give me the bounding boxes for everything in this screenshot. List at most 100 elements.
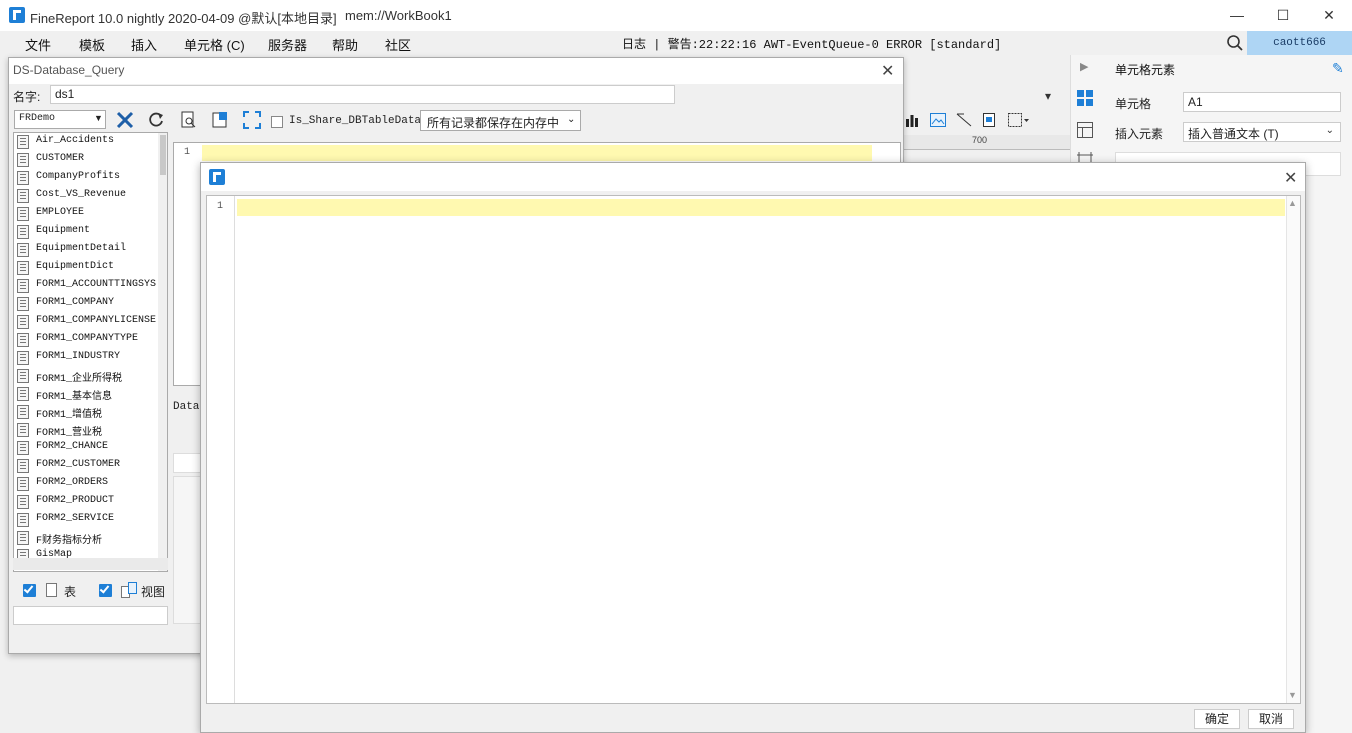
scroll-down-icon[interactable]: ▼ [1288, 690, 1297, 700]
table-list-item[interactable]: FORM2_CUSTOMER [14, 457, 158, 475]
table-list-item[interactable]: FORM1_INDUSTRY [14, 349, 158, 367]
sql-editor-area[interactable]: 1 ▲ ▼ [206, 195, 1301, 704]
table-list-scrollbar[interactable] [158, 133, 167, 571]
app-logo-icon [209, 169, 225, 185]
table-name: EquipmentDict [36, 261, 115, 272]
cell-name-input[interactable]: A1 [1183, 92, 1341, 112]
table-list-item[interactable]: EquipmentDict [14, 259, 158, 277]
table-icon [17, 171, 29, 185]
database-select[interactable]: FRDemo [14, 110, 106, 129]
menu-insert[interactable]: 插入 [131, 35, 157, 54]
edit-icon[interactable]: ✎ [1332, 60, 1344, 77]
table-name: EMPLOYEE [36, 207, 85, 218]
table-list-item[interactable]: FORM2_ORDERS [14, 475, 158, 493]
table-list-item[interactable]: Equipment [14, 223, 158, 241]
table-icon [17, 477, 29, 491]
right-panel-title: 单元格元素 [1115, 63, 1176, 77]
table-list-hscrollbar[interactable] [13, 558, 168, 570]
border-icon[interactable] [1008, 113, 1030, 127]
table-list-item[interactable]: FORM1_增值税 [14, 403, 158, 421]
share-data-checkbox[interactable] [271, 116, 283, 128]
table-list-item[interactable]: F财务指标分析 [14, 529, 158, 547]
menu-file[interactable]: 文件 [25, 35, 51, 54]
menu-template[interactable]: 模板 [79, 35, 105, 54]
app-logo-icon [9, 7, 25, 23]
menu-help[interactable]: 帮助 [332, 35, 358, 54]
connection-settings-icon[interactable] [115, 110, 135, 130]
refresh-icon[interactable] [146, 110, 166, 130]
fullscreen-icon[interactable] [242, 110, 262, 130]
cell-element-icon[interactable] [1077, 90, 1093, 106]
table-icon [46, 583, 57, 597]
editor-scrollbar[interactable] [1286, 196, 1300, 703]
cancel-button[interactable]: 取消 [1248, 709, 1294, 729]
insert-element-select[interactable]: 插入普通文本 (T) ⌄ [1183, 122, 1341, 142]
scroll-up-icon[interactable]: ▲ [1288, 198, 1297, 208]
title-bar: FineReport 10.0 nightly 2020-04-09 @默认[本… [0, 0, 1352, 31]
cell-attribute-icon[interactable] [1077, 122, 1093, 138]
status-log[interactable]: 日志 | 警告:22:22:16 AWT-EventQueue-0 ERROR … [622, 35, 1001, 52]
collapse-arrow-icon[interactable]: ▶ [1080, 60, 1088, 73]
minimize-button[interactable]: — [1214, 0, 1260, 31]
table-list-item[interactable]: FORM2_CHANCE [14, 439, 158, 457]
ok-button[interactable]: 确定 [1194, 709, 1240, 729]
sql-editor-icon[interactable] [210, 110, 230, 130]
table-list-item[interactable]: FORM1_COMPANY [14, 295, 158, 313]
table-name: Equipment [36, 225, 91, 236]
view-icon [121, 582, 137, 598]
table-list-item[interactable]: FORM2_SERVICE [14, 511, 158, 529]
app-title: FineReport 10.0 nightly 2020-04-09 @默认[本… [30, 11, 337, 26]
image-icon[interactable] [930, 113, 946, 127]
bar-chart-icon[interactable] [905, 113, 919, 127]
widget-icon[interactable] [1077, 152, 1093, 162]
menu-server[interactable]: 服务器 [268, 35, 307, 54]
dataset-name-input[interactable]: ds1 [50, 85, 675, 104]
ruler-label: 700 [972, 135, 988, 145]
table-list-item[interactable]: CompanyProfits [14, 169, 158, 187]
table-icon [17, 387, 29, 401]
table-list-item[interactable]: FORM1_COMPANYTYPE [14, 331, 158, 349]
table-list-item[interactable]: Cost_VS_Revenue [14, 187, 158, 205]
menu-community[interactable]: 社区 [385, 35, 411, 54]
show-views-label: 视图 [141, 585, 166, 599]
table-name: FORM1_INDUSTRY [36, 351, 121, 362]
maximize-button[interactable]: ☐ [1260, 0, 1306, 31]
table-name: CUSTOMER [36, 153, 85, 164]
table-name: CompanyProfits [36, 171, 121, 182]
table-list-item[interactable]: CUSTOMER [14, 151, 158, 169]
workspace-toolbar: ▾ [903, 85, 1070, 135]
chevron-down-icon: ⌄ [1325, 125, 1334, 136]
filter-icon[interactable]: ▾ [1045, 89, 1051, 103]
table-list-item[interactable]: FORM2_PRODUCT [14, 493, 158, 511]
preview-icon[interactable] [179, 110, 199, 130]
slash-icon[interactable] [956, 113, 972, 127]
table-name: FORM1_COMPANYLICENSE [36, 315, 157, 326]
show-tables-checkbox[interactable] [23, 583, 36, 597]
scrollbar-thumb[interactable] [160, 135, 166, 175]
table-list-item[interactable]: EquipmentDetail [14, 241, 158, 259]
dialog-close-button[interactable]: ✕ [881, 61, 894, 81]
table-list-item[interactable]: EMPLOYEE [14, 205, 158, 223]
close-window-button[interactable]: ✕ [1306, 0, 1352, 31]
table-list-item[interactable]: FORM1_企业所得税 [14, 367, 158, 385]
table-list-item[interactable]: FORM1_COMPANYLICENSE [14, 313, 158, 331]
line-number: 1 [184, 147, 191, 158]
search-icon[interactable] [1226, 34, 1244, 52]
show-views-checkbox[interactable] [99, 583, 112, 597]
memory-mode-select[interactable]: 所有记录都保存在内存中 [420, 110, 581, 131]
table-icon [17, 279, 29, 293]
table-icon [17, 405, 29, 419]
table-list-item[interactable]: FORM1_ACCOUNTTINGSYS [14, 277, 158, 295]
table-list-item[interactable]: FORM1_营业税 [14, 421, 158, 439]
chevron-down-icon: ⌄ [567, 114, 576, 125]
table-list-item[interactable]: Air_Accidents [14, 133, 158, 151]
menu-cell[interactable]: 单元格 (C) [184, 35, 245, 54]
table-search-input[interactable] [13, 606, 168, 625]
user-badge[interactable]: caott666 [1247, 31, 1352, 55]
sql-dialog-close-button[interactable]: ✕ [1284, 168, 1297, 188]
table-name: FORM1_增值税 [36, 410, 103, 421]
table-name: EquipmentDetail [36, 243, 127, 254]
table-list-item[interactable]: FORM1_基本信息 [14, 385, 158, 403]
table-icon [17, 441, 29, 455]
document-icon[interactable] [983, 113, 995, 127]
